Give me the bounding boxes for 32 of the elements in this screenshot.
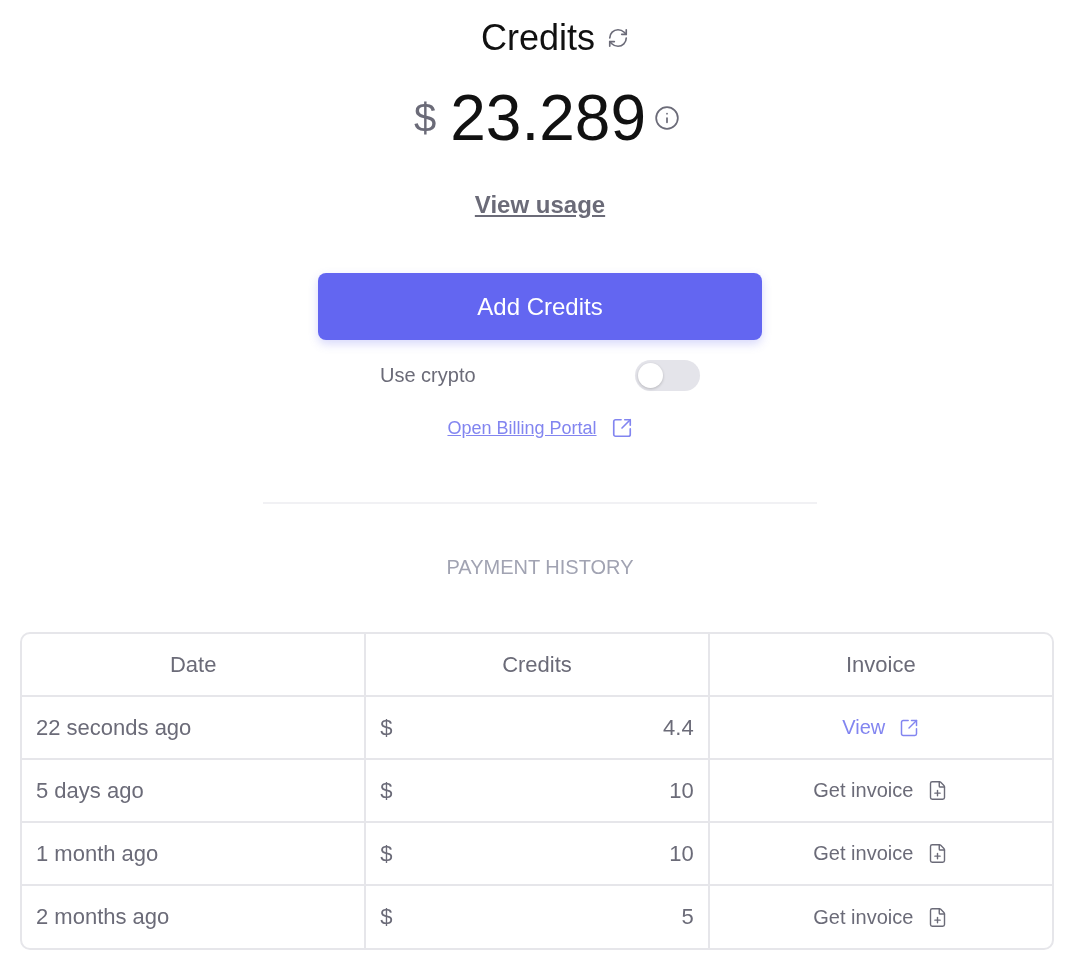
currency-symbol: $ (380, 714, 393, 741)
view-invoice-link[interactable]: View (842, 716, 920, 739)
add-credits-button[interactable]: Add Credits (318, 273, 762, 340)
get-invoice-button[interactable]: Get invoice (813, 905, 949, 929)
info-icon[interactable] (654, 105, 680, 131)
column-header: Date (22, 634, 366, 696)
section-title: PAYMENT HISTORY (446, 555, 634, 579)
currency-symbol: $ (414, 95, 437, 142)
credits-amount: 10 (669, 777, 694, 804)
date-cell: 1 month ago (22, 822, 366, 885)
credit-balance: 23.289 (450, 81, 646, 156)
get-invoice-button[interactable]: Get invoice (813, 842, 949, 865)
toggle-label: Use crypto (380, 364, 476, 387)
page-title: Credits (481, 16, 595, 60)
currency-symbol: $ (380, 904, 393, 930)
currency-symbol: $ (380, 777, 393, 804)
external-link-icon (899, 717, 920, 738)
refresh-icon[interactable] (607, 27, 629, 49)
date-cell: 22 seconds ago (22, 696, 366, 759)
column-header: Invoice (708, 634, 1052, 696)
credits-amount: 5 (681, 904, 694, 930)
column-header: Credits (365, 634, 709, 696)
credits-amount: 10 (669, 840, 694, 867)
external-link-icon[interactable] (610, 417, 633, 439)
date-cell: 2 months ago (22, 885, 366, 948)
date-cell: 5 days ago (22, 759, 366, 822)
credits-amount: 4.4 (663, 714, 694, 741)
currency-symbol: $ (380, 840, 393, 867)
billing-portal-link[interactable]: Open Billing Portal (447, 416, 597, 440)
get-invoice-button[interactable]: Get invoice (813, 779, 949, 802)
crypto-toggle[interactable] (635, 360, 700, 391)
view-usage-link[interactable]: View usage (474, 190, 606, 220)
